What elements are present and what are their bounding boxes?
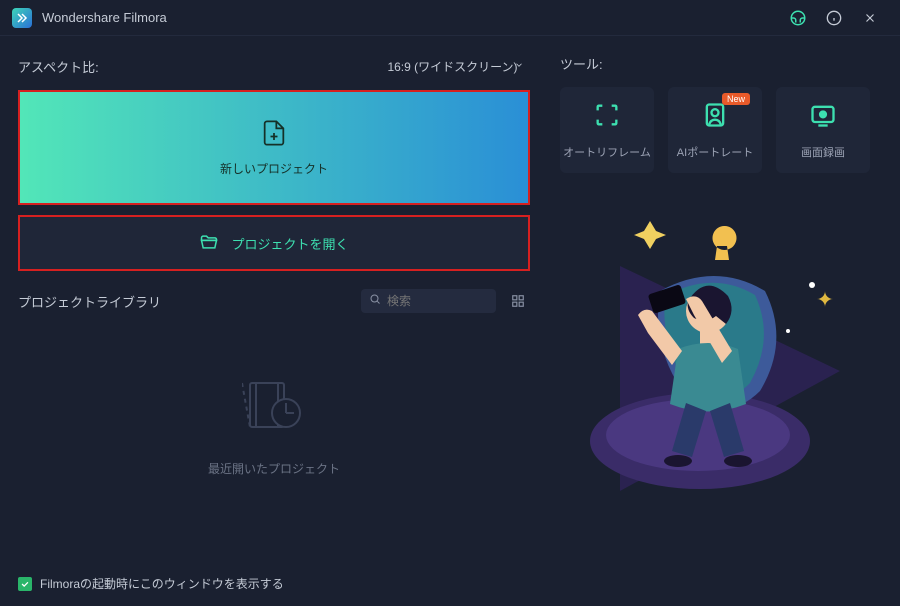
record-icon (809, 101, 837, 134)
new-project-label: 新しいプロジェクト (220, 160, 328, 177)
recent-projects-empty: 最近開いたプロジェクト (18, 325, 530, 525)
search-icon (369, 292, 381, 310)
tool-screen-record[interactable]: 画面録画 (776, 87, 870, 173)
support-button[interactable] (780, 0, 816, 36)
app-logo-icon (12, 8, 32, 28)
chevron-down-icon (514, 59, 524, 73)
reframe-icon (593, 101, 621, 134)
open-project-button[interactable]: プロジェクトを開く (18, 215, 530, 271)
hero-illustration (560, 191, 860, 501)
info-button[interactable] (816, 0, 852, 36)
tools-label: ツール: (560, 54, 882, 73)
grid-view-button[interactable] (506, 289, 530, 313)
file-plus-icon (260, 119, 288, 152)
new-badge: New (722, 93, 750, 105)
open-project-label: プロジェクトを開く (231, 234, 348, 253)
tool-auto-reframe[interactable]: オートリフレーム (560, 87, 654, 173)
tool-label: 画面録画 (801, 144, 845, 160)
portrait-icon (701, 101, 729, 134)
startup-checkbox-row[interactable]: Filmoraの起動時にこのウィンドウを表示する (18, 575, 284, 592)
project-library-label: プロジェクトライブラリ (18, 292, 161, 311)
search-input[interactable] (387, 294, 477, 308)
checkbox-checked-icon[interactable] (18, 577, 32, 591)
folder-open-icon (199, 232, 219, 255)
startup-checkbox-label: Filmoraの起動時にこのウィンドウを表示する (40, 575, 284, 592)
close-button[interactable] (852, 0, 888, 36)
new-project-button[interactable]: 新しいプロジェクト (18, 90, 530, 205)
aspect-ratio-value: 16:9 (ワイドスクリーン) (387, 58, 517, 75)
aspect-ratio-select[interactable]: 16:9 (ワイドスクリーン) (375, 54, 530, 78)
search-box[interactable] (361, 289, 496, 313)
film-clock-icon (242, 373, 306, 442)
app-title: Wondershare Filmora (42, 10, 167, 25)
tool-label: AIポートレート (677, 144, 753, 160)
tool-label: オートリフレーム (563, 144, 651, 160)
recent-projects-label: 最近開いたプロジェクト (208, 460, 340, 477)
titlebar: Wondershare Filmora (0, 0, 900, 36)
tool-ai-portrait[interactable]: New AIポートレート (668, 87, 762, 173)
aspect-ratio-label: アスペクト比: (18, 57, 99, 76)
